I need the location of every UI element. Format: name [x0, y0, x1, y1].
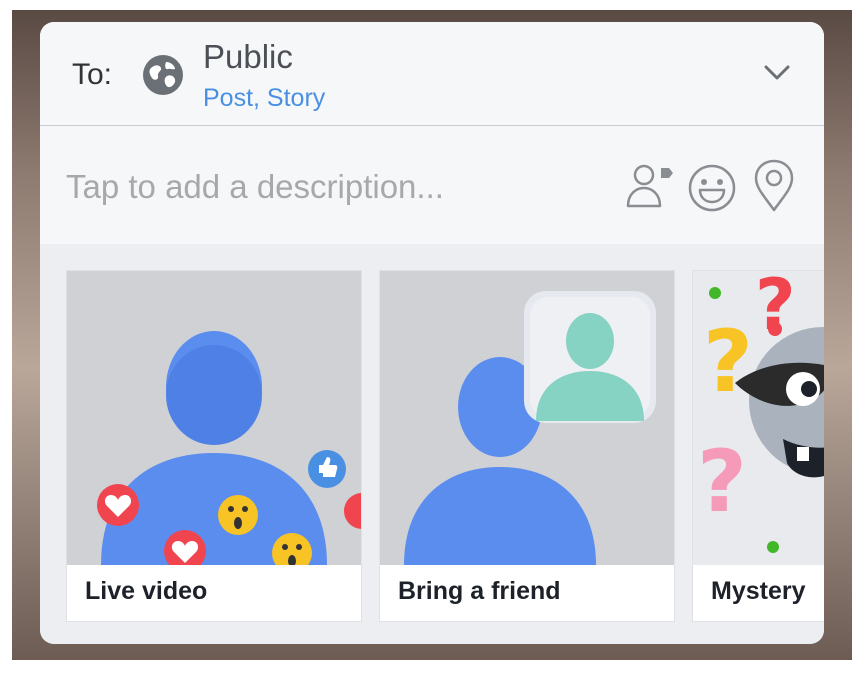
effect-card-live-video[interactable]: Live video — [66, 270, 362, 622]
svg-text:?: ? — [703, 312, 753, 412]
feeling-emoji-icon[interactable] — [686, 162, 738, 214]
bring-a-friend-illustration — [380, 271, 674, 565]
effect-label: Bring a friend — [398, 577, 561, 605]
effect-card-bring-a-friend[interactable]: Bring a friend — [379, 270, 675, 622]
effect-label: Mystery — [711, 577, 806, 605]
to-label: To: — [72, 58, 113, 91]
effect-label: Live video — [85, 577, 208, 605]
audience-selector[interactable]: To: Public Post, Story — [40, 22, 824, 126]
chevron-down-icon[interactable] — [764, 64, 790, 82]
description-input[interactable]: Tap to add a description... — [66, 168, 444, 206]
description-row: Tap to add a description... — [40, 126, 824, 244]
live-video-illustration — [67, 271, 361, 565]
effects-carousel[interactable]: Live video Bring a friend ? ? ? Mystery — [40, 244, 824, 644]
audience-title: Public — [203, 38, 293, 75]
tag-people-icon[interactable] — [624, 160, 676, 212]
share-sheet: To: Public Post, Story Tap to add a desc… — [40, 22, 824, 644]
audience-subtitle: Post, Story — [203, 84, 326, 112]
svg-text:?: ? — [697, 432, 747, 532]
mystery-illustration: ? ? ? — [693, 271, 824, 565]
globe-icon — [143, 55, 183, 95]
effect-card-mystery[interactable]: ? ? ? Mystery — [692, 270, 824, 622]
location-pin-icon[interactable] — [750, 158, 798, 214]
